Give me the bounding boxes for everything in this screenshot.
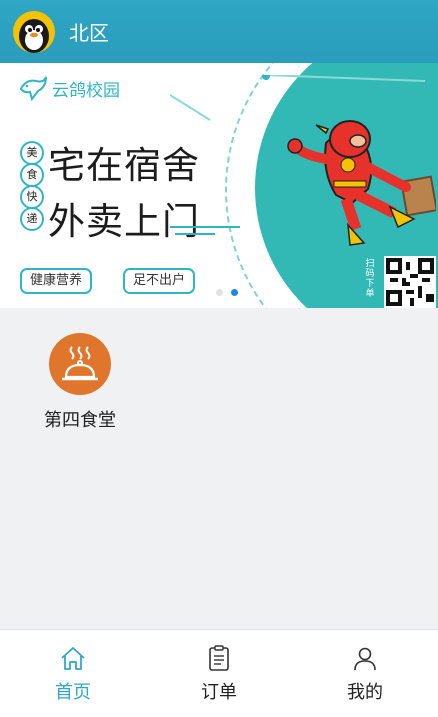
store-name: 第四食堂: [44, 410, 116, 431]
side-char-1: 美: [20, 141, 44, 165]
tab-home-label: 首页: [55, 682, 91, 703]
side-char-4: 递: [20, 207, 44, 231]
side-char-3: 快: [20, 185, 44, 209]
tag-healthy: 健康营养: [20, 268, 93, 294]
tag-stay-home: 足不出户: [123, 268, 196, 294]
qr-code-icon: [386, 258, 434, 306]
brand-logo: 云鸽校园: [18, 75, 120, 101]
home-icon: [61, 647, 85, 670]
side-char-2: 食: [20, 163, 44, 187]
tab-orders-label: 订单: [201, 682, 237, 703]
store-item-4[interactable]: 第四食堂: [34, 333, 126, 432]
tab-profile-label: 我的: [347, 682, 383, 703]
region-title[interactable]: 北区: [69, 17, 109, 46]
brand-name: 云鸽校园: [52, 80, 120, 101]
superhero-illustration: [287, 120, 436, 246]
avatar[interactable]: [13, 10, 55, 53]
underline-decoration: [170, 226, 240, 235]
food-cloche-icon: [49, 333, 111, 395]
qr-code: [384, 256, 436, 308]
penguin-icon: [19, 18, 49, 53]
top-header: 北区: [0, 0, 438, 63]
bottom-tab-bar: 首页 订单 我的: [0, 629, 438, 717]
tab-home[interactable]: 首页: [0, 630, 146, 717]
banner-headline-1: 宅在宿舍: [48, 144, 200, 187]
tab-orders[interactable]: 订单: [146, 630, 292, 717]
promo-banner[interactable]: 云鸽校园 美 食 快 递 宅在宿舍 外卖上门 健康营养 足不出户 扫码下单: [0, 63, 438, 308]
tab-profile[interactable]: 我的: [292, 630, 438, 717]
carousel-dot-2[interactable]: [231, 289, 238, 296]
scan-order-text: 扫码下单: [365, 259, 375, 299]
user-icon: [354, 647, 376, 671]
dove-icon: [19, 76, 47, 101]
clipboard-icon: [209, 645, 229, 671]
carousel-dot-1[interactable]: [216, 289, 223, 296]
